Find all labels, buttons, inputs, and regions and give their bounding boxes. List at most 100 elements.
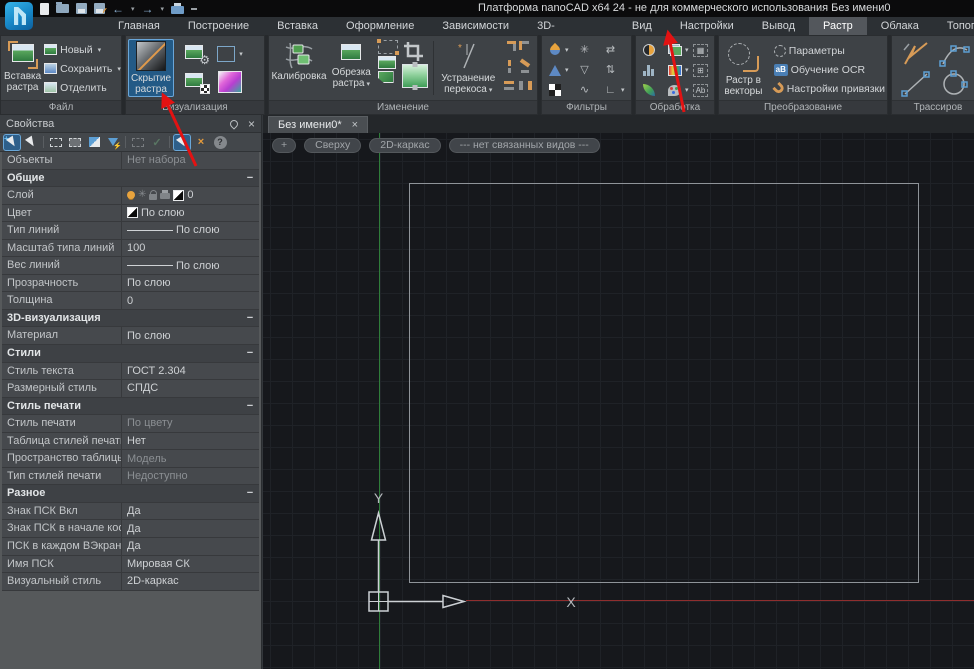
menu-tab-Настройки[interactable]: Настройки [666,17,748,35]
save-all-icon[interactable] [94,2,108,17]
palette-button[interactable]: ▾ [667,80,693,100]
property-value[interactable]: Да [122,520,259,537]
deskew-button[interactable]: * Устранение перекоса ▾ [437,39,500,98]
snap-settings-button[interactable]: Настройки привязки [772,79,885,98]
property-value[interactable]: Недоступно [122,468,259,485]
move-raster-area-button[interactable]: ⊞ [693,60,714,80]
collapse-icon[interactable]: − [241,170,259,187]
mirror-vertical-button[interactable]: ⇅ [603,60,629,80]
mirror-horizontal-button[interactable]: ⇄ [603,40,629,60]
layer-on-icon[interactable] [127,191,135,200]
redo-dropdown-icon[interactable]: ▾ [161,2,165,16]
vectorization-parameters-button[interactable]: Параметры [773,41,885,60]
hide-raster-button[interactable]: Скрытие растра [128,39,174,97]
ocr-training-button[interactable]: aB Обучение OCR [773,60,885,79]
property-value[interactable]: Да [122,503,259,520]
property-value[interactable]: По слою [122,275,259,292]
align-horizontal-icon[interactable] [503,79,516,92]
save-icon[interactable] [76,2,87,16]
detach-raster-button[interactable]: Отделить [44,78,121,97]
menu-tab-Топоплан[interactable]: Топоплан [933,17,974,35]
new-raster-button[interactable]: Новый ▾ [44,40,121,59]
despeckle-filter-button[interactable]: ✳ [577,40,603,60]
rotate-fragment-icon[interactable] [519,60,532,73]
property-value[interactable]: Мировая СК [122,556,259,573]
property-value[interactable]: Нет набора [122,152,259,169]
nanocad-logo-icon[interactable] [5,2,33,30]
property-value[interactable]: По слою [122,257,259,274]
layer-print-icon[interactable] [160,190,171,200]
corner-crop-icon[interactable] [377,71,394,83]
select-window-button[interactable] [48,135,64,150]
fill-holes-filter-button[interactable]: ▽ [577,60,603,80]
redo-icon[interactable]: → [142,2,154,16]
qat-customize-icon[interactable] [191,2,198,16]
viewport-linked-views-button[interactable]: --- нет связанных видов --- [448,138,600,153]
property-value[interactable]: СПДС [122,380,259,397]
align-vertical-icon[interactable] [503,60,516,73]
ocr-text-area-button[interactable]: Ab [693,80,714,100]
property-value[interactable]: 100 [122,240,259,257]
property-value[interactable]: ГОСТ 2.304 [122,363,259,380]
property-value[interactable]: По цвету [122,415,259,432]
deselect-all-button[interactable]: × [193,135,209,150]
quick-select-button[interactable] [105,135,122,150]
select-append-mode-button[interactable]: + [3,133,21,151]
pointer-mode-button[interactable] [173,133,191,151]
menu-tab-Оформление[interactable]: Оформление [332,17,428,35]
property-value[interactable]: Модель [122,450,259,467]
menu-tab-Вид[interactable]: Вид [618,17,666,35]
drawing-viewport[interactable]: + Сверху 2D-каркас --- нет связанных видов … [263,133,974,669]
menu-tab-Вставка[interactable]: Вставка [263,17,332,35]
raster-to-vectors-button[interactable]: Растр в векторы [721,39,766,99]
color-reduction-button[interactable]: ▾ [667,60,693,80]
color-swatch[interactable] [127,207,138,219]
property-value[interactable]: Нет [122,433,259,450]
collapse-icon[interactable]: − [241,345,259,362]
insert-raster-button[interactable]: Вставка растра [3,39,42,95]
collapse-icon[interactable]: − [241,485,259,502]
raster-transparency-button[interactable] [179,68,213,96]
corner-correction-button[interactable]: ∟ ▾ [603,80,629,100]
property-section-3D-визуализация[interactable]: 3D-визуализация − [2,309,259,328]
crop-tool-icon[interactable] [402,40,426,62]
tone-curves-button[interactable] [641,80,667,100]
property-value[interactable]: Да [122,538,259,555]
select-raster-area-button[interactable]: ▦ [693,40,714,60]
property-value[interactable]: ✳ 0 [122,187,259,204]
help-button[interactable]: ? [212,135,228,150]
merge-rasters-button[interactable]: ▾ [667,40,693,60]
binarization-filter-button[interactable] [547,80,577,100]
raster-tint-button[interactable] [213,68,247,96]
layer-color-swatch[interactable] [173,189,185,201]
select-invert-button[interactable] [86,135,102,150]
collapse-icon[interactable]: − [241,310,259,327]
select-cursor-button[interactable] [23,135,39,150]
property-section-Стиль печати[interactable]: Стиль печати − [2,397,259,416]
resize-raster-icon[interactable] [401,64,428,88]
property-value[interactable]: По слою [122,222,259,239]
collapse-icon[interactable]: − [241,398,259,415]
viewport-view-button[interactable]: Сверху [304,138,362,153]
open-file-icon[interactable] [56,2,69,16]
undo-dropdown-icon[interactable]: ▾ [131,2,135,16]
raster-settings-button[interactable]: ⚙ [179,40,213,68]
trace-arc-button[interactable] [936,39,974,69]
smooth-contours-filter-button[interactable]: ∿ [577,80,603,100]
menu-tab-Вывод[interactable]: Вывод [748,17,809,35]
print-icon[interactable] [171,2,185,16]
raster-frame-button[interactable]: ▾ [213,40,247,68]
calibration-button[interactable]: Калибровка [271,39,327,84]
trace-circle-button[interactable] [936,69,974,99]
histogram-button[interactable] [641,60,667,80]
align-fragment-icon[interactable] [503,41,516,54]
select-contour-icon[interactable] [376,39,399,55]
menu-tab-Облака точек[interactable]: Облака точек [867,17,933,50]
property-section-Общие[interactable]: Общие − [2,169,259,188]
align-center-icon[interactable] [519,79,532,92]
viewport-visual-style-button[interactable]: 2D-каркас [369,138,441,153]
close-icon[interactable]: × [248,118,255,130]
property-value[interactable]: 0 [122,292,259,309]
document-tab[interactable]: Без имени0* × [268,116,369,133]
viewport-add-button[interactable]: + [272,138,297,153]
